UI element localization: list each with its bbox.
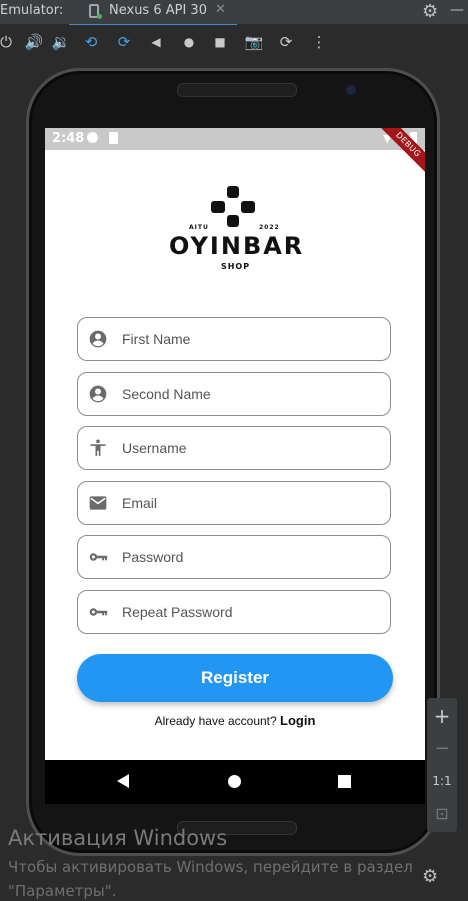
logo-subtitle: SHOP	[220, 262, 251, 271]
front-camera	[346, 85, 356, 95]
accessibility-icon	[90, 439, 106, 456]
password-input[interactable]	[122, 536, 382, 578]
logo-right-tag: 2022	[259, 224, 280, 231]
sd-card-icon	[109, 132, 118, 144]
device-tab[interactable]: Nexus 6 API 30 ✕	[69, 0, 237, 26]
mail-icon	[89, 496, 107, 510]
second-name-input[interactable]	[122, 373, 382, 415]
more-icon[interactable]: ⋮	[309, 33, 329, 51]
camera-icon[interactable]: 📷	[244, 33, 264, 51]
account-circle-icon	[89, 330, 107, 348]
logo-left-tag: AITU	[189, 224, 209, 231]
account-circle-icon	[89, 385, 107, 403]
top-speaker	[177, 83, 297, 97]
password-field[interactable]	[77, 535, 391, 579]
volume-up-icon[interactable]: 🔊	[24, 33, 44, 51]
windows-activation-title: Активация Windows	[8, 826, 228, 850]
repeat-password-input[interactable]	[122, 591, 382, 633]
nav-back-icon[interactable]	[117, 774, 129, 788]
emulator-toolbar: ⏻ 🔊 🔉 ⟲ ⟳ ◀ ● ■ 📷 ⟳ ⋮	[0, 25, 468, 65]
close-icon[interactable]: ✕	[215, 2, 226, 17]
settings-gear-icon[interactable]: ⚙	[422, 1, 438, 22]
android-nav-bar	[45, 760, 425, 804]
repeat-password-field[interactable]	[77, 590, 391, 634]
rotate-left-icon[interactable]: ⟲	[81, 33, 101, 51]
zoom-in-icon[interactable]: +	[427, 704, 457, 728]
username-input[interactable]	[122, 427, 382, 469]
nav-home-icon[interactable]	[228, 775, 241, 788]
status-time: 2:48	[52, 131, 85, 146]
status-bar: 2:48 ▼	[45, 128, 425, 150]
login-prompt-row: Already have account? Login	[45, 713, 425, 728]
email-field[interactable]	[77, 481, 391, 525]
email-input[interactable]	[122, 482, 382, 524]
fit-screen-icon[interactable]: ⊡	[427, 804, 457, 823]
emulator-label: Emulator:	[0, 3, 64, 18]
power-icon[interactable]: ⏻	[0, 33, 16, 51]
phone-screen: 2:48 ▼ DEBUG AITU 2022 OYINBAR SHOP Firs…	[45, 128, 425, 804]
minimize-icon[interactable]: —	[450, 2, 464, 18]
overview-icon[interactable]: ■	[210, 35, 230, 49]
key-icon	[89, 553, 108, 561]
settings-gear-icon[interactable]: ⚙	[422, 866, 438, 887]
login-link[interactable]: Login	[280, 713, 315, 728]
replay-icon[interactable]: ⟳	[276, 33, 296, 51]
emulator-tab-bar: Emulator: Nexus 6 API 30 ✕ ⚙ —	[0, 0, 468, 26]
actual-size-button[interactable]: 1:1	[427, 774, 457, 788]
zoom-out-icon[interactable]: −	[427, 738, 457, 759]
username-field[interactable]	[77, 426, 391, 470]
volume-down-icon[interactable]: 🔉	[51, 33, 71, 51]
device-tab-title: Nexus 6 API 30	[109, 3, 207, 18]
key-icon	[89, 608, 108, 616]
logo-wordmark: OYINBAR	[169, 232, 305, 260]
login-prompt-text: Already have account?	[154, 714, 281, 728]
running-indicator-icon	[97, 14, 102, 19]
rotate-right-icon[interactable]: ⟳	[114, 33, 134, 51]
back-icon[interactable]: ◀	[146, 35, 166, 49]
register-button[interactable]: Register	[77, 654, 393, 702]
nav-recents-icon[interactable]	[338, 775, 351, 788]
windows-activation-line2: "Параметры".	[8, 882, 117, 900]
gamepad-logo-icon	[211, 186, 255, 230]
second-name-field[interactable]	[77, 372, 391, 416]
first-name-input[interactable]	[122, 318, 382, 360]
notification-icon	[87, 132, 98, 143]
emulator-side-panel: + − 1:1 ⊡	[427, 698, 457, 832]
windows-activation-line1: Чтобы активировать Windows, перейдите в …	[8, 858, 413, 876]
first-name-field[interactable]	[77, 317, 391, 361]
home-icon[interactable]: ●	[179, 35, 199, 49]
